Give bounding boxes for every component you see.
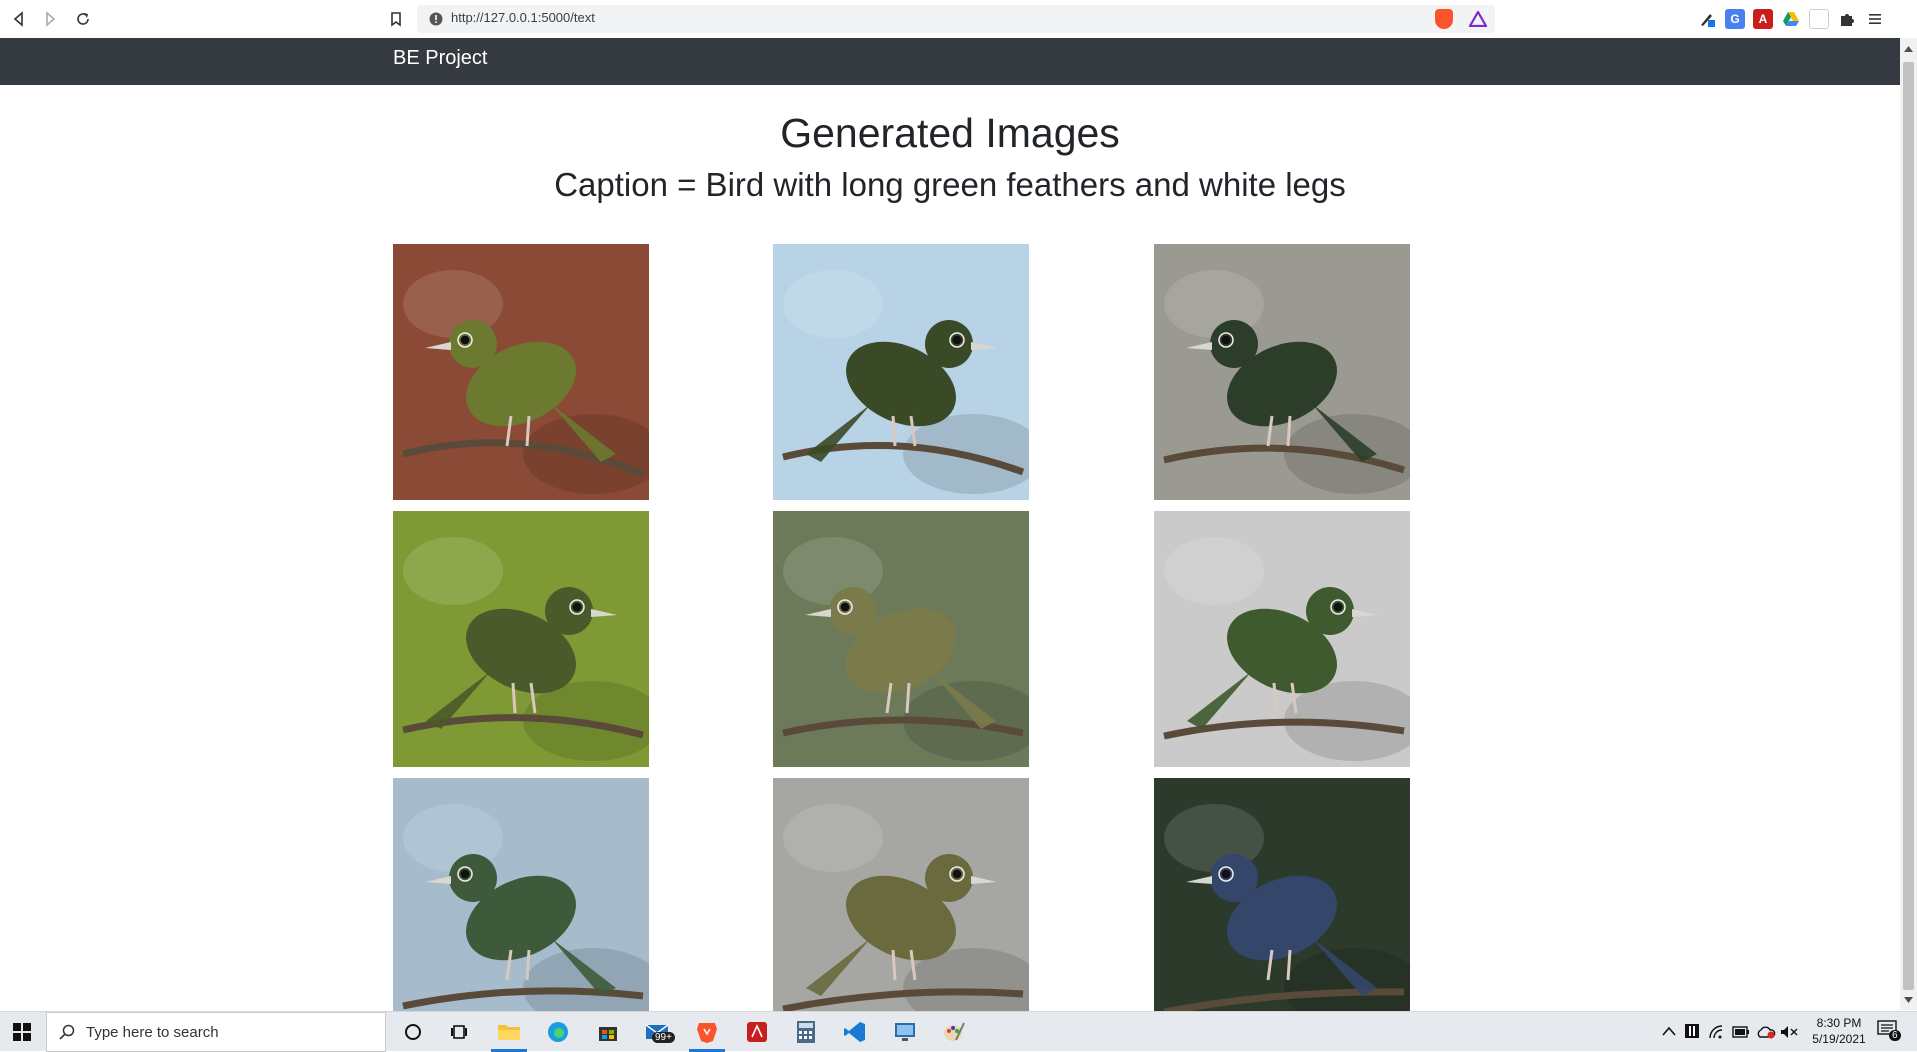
bird-image	[393, 511, 649, 767]
generated-bird-3	[1154, 244, 1410, 500]
mail-badge: 99+	[652, 1032, 675, 1043]
paint-icon	[944, 1022, 965, 1041]
notifications-button[interactable]: 6	[1877, 1020, 1903, 1044]
show-hidden-icons-icon[interactable]	[1662, 1026, 1676, 1036]
bird-image	[393, 244, 649, 500]
store-icon	[599, 1027, 617, 1041]
drive-extension-icon[interactable]	[1781, 9, 1801, 29]
edge-icon	[548, 1022, 568, 1042]
windows-logo-icon	[13, 1023, 31, 1041]
brave-taskbar-button[interactable]	[693, 1018, 721, 1046]
address-bar[interactable]: http://127.0.0.1:5000/text	[417, 5, 1495, 33]
folder-icon	[498, 1025, 520, 1040]
remote-desktop-button[interactable]	[891, 1018, 919, 1046]
calculator-icon	[797, 1021, 815, 1043]
forward-button[interactable]	[39, 8, 61, 30]
notification-count: 6	[1889, 1030, 1901, 1041]
bird-image	[1154, 778, 1410, 1011]
paint-button[interactable]	[940, 1018, 968, 1046]
bookmark-icon	[391, 12, 401, 27]
forward-icon	[46, 11, 56, 27]
brave-shields-icon[interactable]	[1435, 9, 1453, 29]
taskbar-search[interactable]: Type here to search	[46, 1012, 386, 1052]
back-button[interactable]	[8, 8, 30, 30]
cortana-icon	[405, 1024, 421, 1040]
remote-desktop-icon	[895, 1023, 915, 1041]
search-placeholder: Type here to search	[86, 1024, 219, 1041]
scroll-down-icon[interactable]	[1904, 996, 1913, 1004]
task-view-icon	[451, 1025, 467, 1039]
pen-extension-icon[interactable]	[1697, 9, 1717, 29]
generated-bird-2	[773, 244, 1029, 500]
navbar-brand[interactable]: BE Project	[393, 47, 487, 70]
reload-button[interactable]	[72, 8, 94, 30]
edge-button[interactable]	[544, 1018, 572, 1046]
generated-images-grid	[393, 244, 1410, 1011]
bird-image	[773, 511, 1029, 767]
windows-taskbar: Type here to search 99+ 8:30 PM 5/19/202…	[0, 1011, 1917, 1052]
vscode-icon	[844, 1022, 865, 1042]
scrollbar-thumb[interactable]	[1903, 62, 1914, 990]
page-scrollbar[interactable]	[1900, 38, 1917, 1010]
search-icon	[59, 1024, 75, 1040]
rewards-icon[interactable]	[1469, 11, 1487, 27]
site-navbar: BE Project	[0, 38, 1900, 85]
store-button[interactable]	[594, 1018, 622, 1046]
menu-icon[interactable]	[1865, 9, 1885, 29]
site-info-icon	[429, 12, 443, 26]
file-explorer-button[interactable]	[495, 1018, 523, 1046]
bookmark-button[interactable]	[385, 8, 407, 30]
caption-heading: Caption = Bird with long green feathers …	[554, 166, 1346, 203]
bird-image	[773, 244, 1029, 500]
clock-time: 8:30 PM	[1816, 1016, 1862, 1030]
acrobat-icon	[747, 1022, 767, 1042]
back-icon	[13, 11, 23, 27]
mail-button[interactable]: 99+	[644, 1018, 675, 1046]
acrobat-button[interactable]	[743, 1018, 771, 1046]
network-icon[interactable]	[1708, 1024, 1726, 1040]
onedrive-icon[interactable]	[1756, 1025, 1776, 1039]
url-text: http://127.0.0.1:5000/text	[451, 10, 595, 25]
reload-icon	[77, 13, 89, 25]
browser-toolbar: http://127.0.0.1:5000/text G A	[0, 0, 1917, 38]
vscode-button[interactable]	[841, 1018, 869, 1046]
tray-app-icon[interactable]	[1684, 1023, 1700, 1039]
brave-icon	[697, 1023, 717, 1043]
page-title: Generated Images	[780, 110, 1120, 156]
pdf-extension-icon[interactable]: A	[1753, 9, 1773, 29]
bird-image	[1154, 244, 1410, 500]
battery-icon[interactable]	[1732, 1026, 1750, 1038]
blank-extension-icon[interactable]	[1809, 9, 1829, 29]
bird-image	[1154, 511, 1410, 767]
cortana-button[interactable]	[399, 1018, 427, 1046]
puzzle-extensions-icon[interactable]	[1837, 9, 1857, 29]
clock-date: 5/19/2021	[1812, 1032, 1866, 1046]
generated-bird-1	[393, 244, 649, 500]
task-view-button[interactable]	[446, 1018, 474, 1046]
bird-image	[773, 778, 1029, 1011]
generated-bird-4	[393, 511, 649, 767]
generated-bird-8	[773, 778, 1029, 1011]
taskbar-clock[interactable]: 8:30 PM 5/19/2021	[1800, 1015, 1878, 1047]
generated-bird-9	[1154, 778, 1410, 1011]
translate-extension-icon[interactable]: G	[1725, 9, 1745, 29]
generated-bird-7	[393, 778, 649, 1011]
generated-bird-5	[773, 511, 1029, 767]
bird-image	[393, 778, 649, 1011]
extensions-row: G A	[1697, 9, 1885, 29]
calculator-button[interactable]	[792, 1018, 820, 1046]
scroll-up-icon[interactable]	[1904, 45, 1913, 53]
start-button[interactable]	[0, 1012, 44, 1052]
volume-muted-icon[interactable]	[1780, 1025, 1798, 1039]
generated-bird-6	[1154, 511, 1410, 767]
